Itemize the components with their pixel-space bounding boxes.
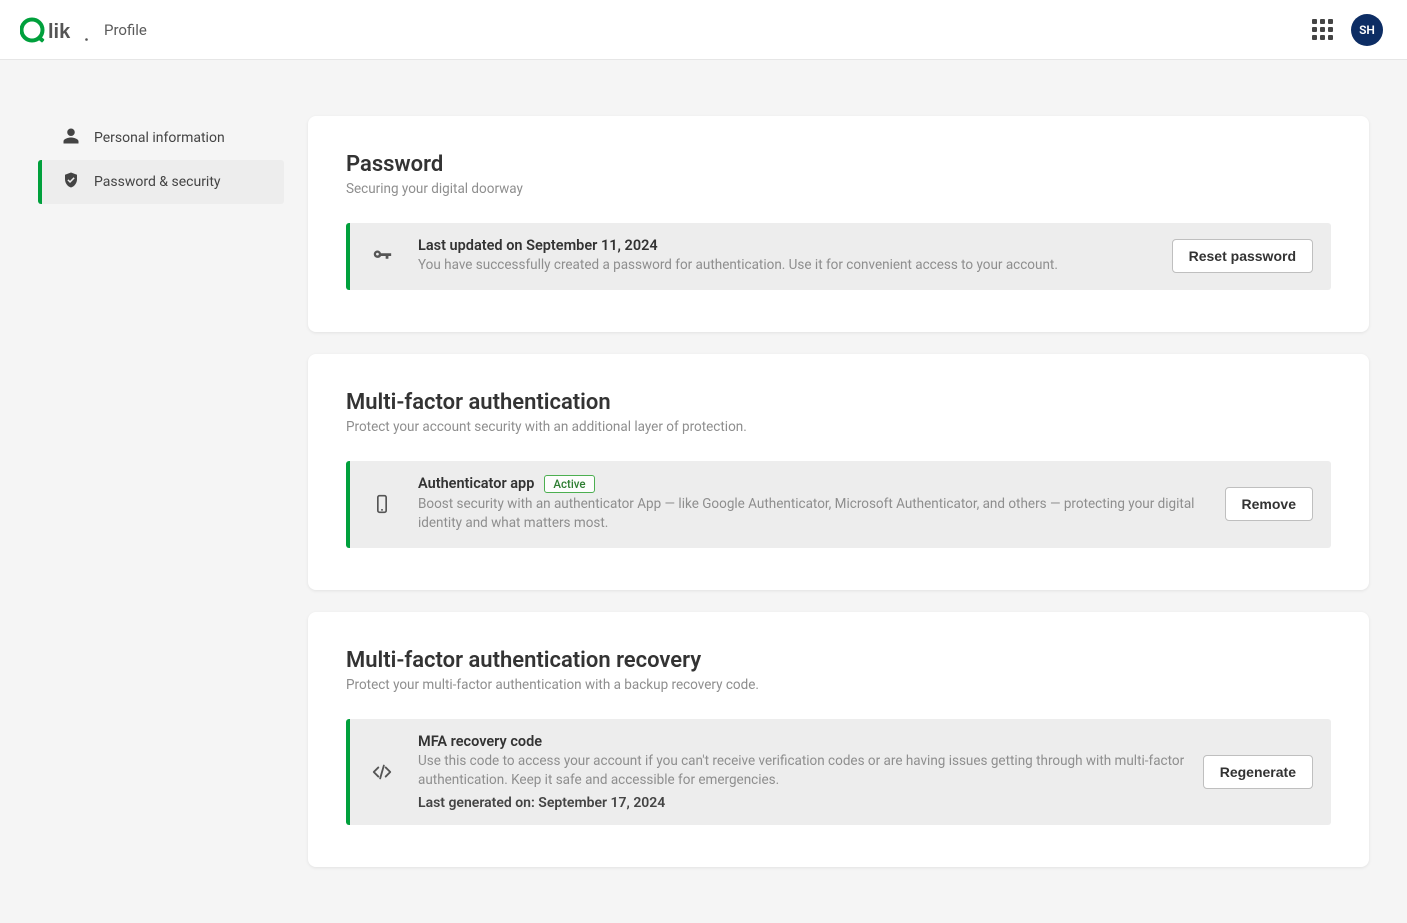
person-icon bbox=[62, 127, 80, 149]
top-bar: lik Profile SH bbox=[0, 0, 1407, 60]
page-title: Profile bbox=[104, 21, 147, 39]
mfa-card: Multi-factor authentication Protect your… bbox=[308, 354, 1369, 590]
phone-icon bbox=[350, 494, 414, 514]
mfa-recovery-card: Multi-factor authentication recovery Pro… bbox=[308, 612, 1369, 867]
apps-launcher-icon[interactable] bbox=[1312, 19, 1333, 40]
shield-check-icon bbox=[62, 171, 80, 193]
recovery-subtitle: Protect your multi-factor authentication… bbox=[346, 677, 1331, 693]
mfa-tile: Authenticator app Active Boost security … bbox=[346, 461, 1331, 548]
top-right-actions: SH bbox=[1312, 14, 1383, 46]
code-icon bbox=[350, 761, 414, 783]
sidebar-item-label: Password & security bbox=[94, 174, 221, 190]
recovery-last-generated: Last generated on: September 17, 2024 bbox=[418, 795, 1199, 811]
brand-block: lik Profile bbox=[20, 17, 147, 43]
reset-password-button[interactable]: Reset password bbox=[1172, 239, 1313, 273]
mfa-active-badge: Active bbox=[544, 475, 594, 493]
main-column: Password Securing your digital doorway L… bbox=[308, 116, 1369, 867]
password-subtitle: Securing your digital doorway bbox=[346, 181, 1331, 197]
password-tile: Last updated on September 11, 2024 You h… bbox=[346, 223, 1331, 290]
sidebar-item-password-security[interactable]: Password & security bbox=[38, 160, 284, 204]
password-tile-title: Last updated on September 11, 2024 bbox=[418, 237, 658, 254]
key-icon bbox=[350, 245, 414, 267]
recovery-tile: MFA recovery code Use this code to acces… bbox=[346, 719, 1331, 825]
regenerate-code-button[interactable]: Regenerate bbox=[1203, 755, 1313, 789]
password-card: Password Securing your digital doorway L… bbox=[308, 116, 1369, 332]
password-title: Password bbox=[346, 152, 1331, 177]
qlik-logo: lik bbox=[20, 17, 90, 43]
avatar[interactable]: SH bbox=[1351, 14, 1383, 46]
mfa-title: Multi-factor authentication bbox=[346, 390, 1331, 415]
page-shell: Personal information Password & security… bbox=[0, 60, 1407, 923]
recovery-tile-desc: Use this code to access your account if … bbox=[418, 752, 1199, 791]
mfa-tile-desc: Boost security with an authenticator App… bbox=[418, 495, 1221, 534]
sidebar-item-label: Personal information bbox=[94, 130, 225, 146]
svg-text:lik: lik bbox=[48, 21, 71, 43]
mfa-subtitle: Protect your account security with an ad… bbox=[346, 419, 1331, 435]
mfa-tile-title: Authenticator app bbox=[418, 475, 534, 492]
password-tile-desc: You have successfully created a password… bbox=[418, 256, 1168, 276]
sidebar-item-personal-information[interactable]: Personal information bbox=[38, 116, 284, 160]
recovery-title: Multi-factor authentication recovery bbox=[346, 648, 1331, 673]
sidebar-nav: Personal information Password & security bbox=[38, 116, 284, 204]
recovery-tile-title: MFA recovery code bbox=[418, 733, 542, 750]
remove-mfa-button[interactable]: Remove bbox=[1225, 487, 1313, 521]
